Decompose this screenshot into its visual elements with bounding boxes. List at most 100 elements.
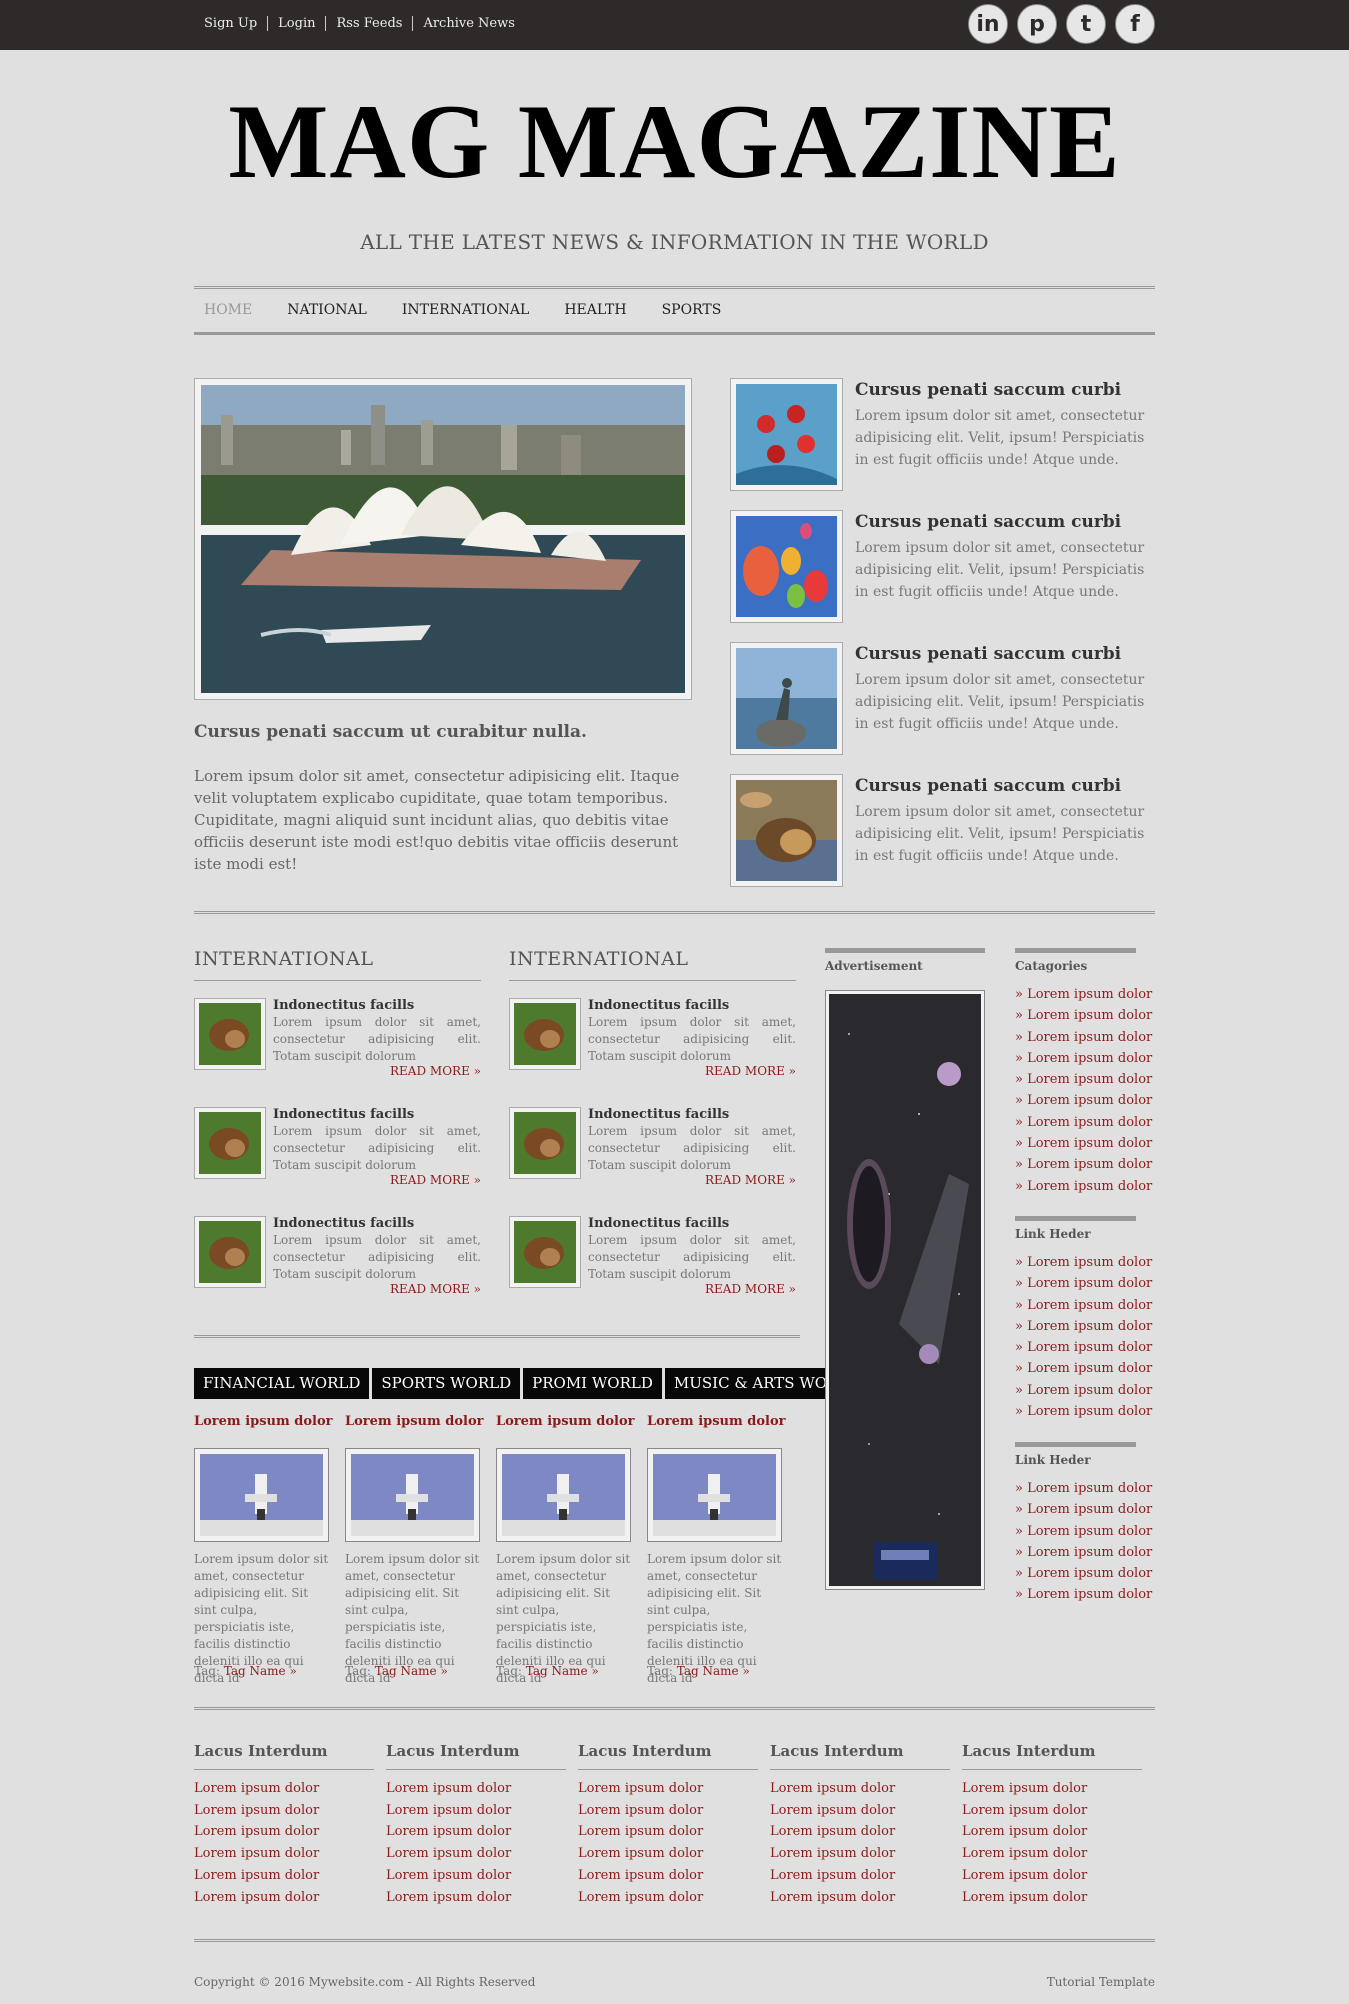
read-more-link[interactable]: READ MORE » [390,1282,481,1296]
nav-item-home[interactable]: HOME [204,302,252,318]
footer-link[interactable]: Lorem ipsum dolor [578,1887,758,1909]
footer-link[interactable]: Lorem ipsum dolor [578,1865,758,1887]
tag-link[interactable]: Tag Name » [677,1664,750,1678]
category-link[interactable]: » Lorem ipsum dolor [1015,1133,1152,1154]
news-thumbnail[interactable] [194,998,266,1070]
sidebar-link[interactable]: » Lorem ipsum dolor [1015,1273,1152,1294]
international-heading[interactable]: INTERNATIONAL [509,948,796,981]
category-link[interactable]: » Lorem ipsum dolor [1015,984,1152,1005]
sidebar-link[interactable]: » Lorem ipsum dolor [1015,1521,1152,1542]
footer-link[interactable]: Lorem ipsum dolor [386,1843,566,1865]
footer-link[interactable]: Lorem ipsum dolor [578,1843,758,1865]
world-item-title[interactable]: Lorem ipsum dolor [647,1414,786,1429]
footer-link[interactable]: Lorem ipsum dolor [962,1800,1142,1822]
news-title[interactable]: Indonectitus facills [273,998,414,1013]
news-title[interactable]: Indonectitus facills [588,1107,729,1122]
footer-link[interactable]: Lorem ipsum dolor [386,1865,566,1887]
news-title[interactable]: Indonectitus facills [588,998,729,1013]
news-thumbnail[interactable] [509,1216,581,1288]
tag-link[interactable]: Tag Name » [224,1664,297,1678]
tab-promi-world[interactable]: PROMI WORLD [523,1368,662,1399]
footer-link[interactable]: Lorem ipsum dolor [578,1821,758,1843]
nav-item-sports[interactable]: SPORTS [662,302,722,318]
news-item[interactable]: Indonectitus facills Lorem ipsum dolor s… [194,1107,481,1207]
news-title[interactable]: Indonectitus facills [273,1216,414,1231]
footer-link[interactable]: Lorem ipsum dolor [386,1800,566,1822]
sidebar-link[interactable]: » Lorem ipsum dolor [1015,1563,1152,1584]
read-more-link[interactable]: READ MORE » [390,1064,481,1078]
side-article-thumbnail[interactable] [730,774,843,887]
side-article[interactable]: Cursus penati saccum curbi Lorem ipsum d… [730,510,1155,624]
category-link[interactable]: » Lorem ipsum dolor [1015,1112,1152,1133]
sidebar-link[interactable]: » Lorem ipsum dolor [1015,1316,1152,1337]
footer-link[interactable]: Lorem ipsum dolor [194,1778,374,1800]
sidebar-link[interactable]: » Lorem ipsum dolor [1015,1542,1152,1563]
footer-link[interactable]: Lorem ipsum dolor [194,1821,374,1843]
world-item-thumbnail[interactable] [194,1448,329,1542]
category-link[interactable]: » Lorem ipsum dolor [1015,1176,1152,1197]
news-title[interactable]: Indonectitus facills [273,1107,414,1122]
side-article[interactable]: Cursus penati saccum curbi Lorem ipsum d… [730,378,1155,492]
sidebar-link[interactable]: » Lorem ipsum dolor [1015,1401,1152,1422]
world-item-thumbnail[interactable] [345,1448,480,1542]
footer-link[interactable]: Lorem ipsum dolor [962,1821,1142,1843]
footer-link[interactable]: Lorem ipsum dolor [962,1778,1142,1800]
site-logo[interactable]: MAG MAGAZINE [194,82,1155,202]
category-link[interactable]: » Lorem ipsum dolor [1015,1048,1152,1069]
sidebar-link[interactable]: » Lorem ipsum dolor [1015,1358,1152,1379]
world-item-title[interactable]: Lorem ipsum dolor [345,1414,484,1429]
category-link[interactable]: » Lorem ipsum dolor [1015,1090,1152,1111]
side-article-title[interactable]: Cursus penati saccum curbi [855,776,1121,796]
nav-item-international[interactable]: INTERNATIONAL [402,302,529,318]
footer-link[interactable]: Lorem ipsum dolor [578,1800,758,1822]
side-article[interactable]: Cursus penati saccum curbi Lorem ipsum d… [730,774,1155,888]
world-item-thumbnail[interactable] [647,1448,782,1542]
world-item-thumbnail[interactable] [496,1448,631,1542]
tag-link[interactable]: Tag Name » [526,1664,599,1678]
category-link[interactable]: » Lorem ipsum dolor [1015,1069,1152,1090]
news-item[interactable]: Indonectitus facills Lorem ipsum dolor s… [509,1216,796,1316]
world-item-title[interactable]: Lorem ipsum dolor [194,1414,333,1429]
side-article-thumbnail[interactable] [730,510,843,623]
read-more-link[interactable]: READ MORE » [705,1064,796,1078]
footer-link[interactable]: Lorem ipsum dolor [386,1778,566,1800]
nav-item-health[interactable]: HEALTH [564,302,626,318]
sidebar-link[interactable]: » Lorem ipsum dolor [1015,1337,1152,1358]
footer-link[interactable]: Lorem ipsum dolor [770,1887,950,1909]
footer-link[interactable]: Lorem ipsum dolor [770,1821,950,1843]
category-link[interactable]: » Lorem ipsum dolor [1015,1027,1152,1048]
footer-link[interactable]: Lorem ipsum dolor [194,1865,374,1887]
side-article[interactable]: Cursus penati saccum curbi Lorem ipsum d… [730,642,1155,756]
footer-link[interactable]: Lorem ipsum dolor [770,1843,950,1865]
side-article-title[interactable]: Cursus penati saccum curbi [855,512,1121,532]
news-thumbnail[interactable] [194,1107,266,1179]
template-credit-link[interactable]: Tutorial Template [1047,1975,1155,1989]
sidebar-link[interactable]: » Lorem ipsum dolor [1015,1252,1152,1273]
footer-link[interactable]: Lorem ipsum dolor [386,1887,566,1909]
footer-link[interactable]: Lorem ipsum dolor [194,1887,374,1909]
news-item[interactable]: Indonectitus facills Lorem ipsum dolor s… [194,1216,481,1316]
read-more-link[interactable]: READ MORE » [390,1173,481,1187]
news-title[interactable]: Indonectitus facills [588,1216,729,1231]
footer-link[interactable]: Lorem ipsum dolor [962,1843,1142,1865]
side-article-thumbnail[interactable] [730,378,843,491]
news-item[interactable]: Indonectitus facills Lorem ipsum dolor s… [509,998,796,1098]
sidebar-link[interactable]: » Lorem ipsum dolor [1015,1499,1152,1520]
international-heading[interactable]: INTERNATIONAL [194,948,481,981]
footer-link[interactable]: Lorem ipsum dolor [962,1887,1142,1909]
news-item[interactable]: Indonectitus facills Lorem ipsum dolor s… [509,1107,796,1207]
side-article-thumbnail[interactable] [730,642,843,755]
tab-financial-world[interactable]: FINANCIAL WORLD [194,1368,370,1399]
footer-link[interactable]: Lorem ipsum dolor [962,1865,1142,1887]
read-more-link[interactable]: READ MORE » [705,1282,796,1296]
category-link[interactable]: » Lorem ipsum dolor [1015,1154,1152,1175]
footer-link[interactable]: Lorem ipsum dolor [194,1800,374,1822]
footer-link[interactable]: Lorem ipsum dolor [770,1778,950,1800]
tab-sports-world[interactable]: SPORTS WORLD [372,1368,521,1399]
footer-link[interactable]: Lorem ipsum dolor [770,1865,950,1887]
world-item-title[interactable]: Lorem ipsum dolor [496,1414,635,1429]
news-thumbnail[interactable] [509,1107,581,1179]
sidebar-link[interactable]: » Lorem ipsum dolor [1015,1295,1152,1316]
featured-image[interactable] [194,378,692,700]
news-thumbnail[interactable] [509,998,581,1070]
